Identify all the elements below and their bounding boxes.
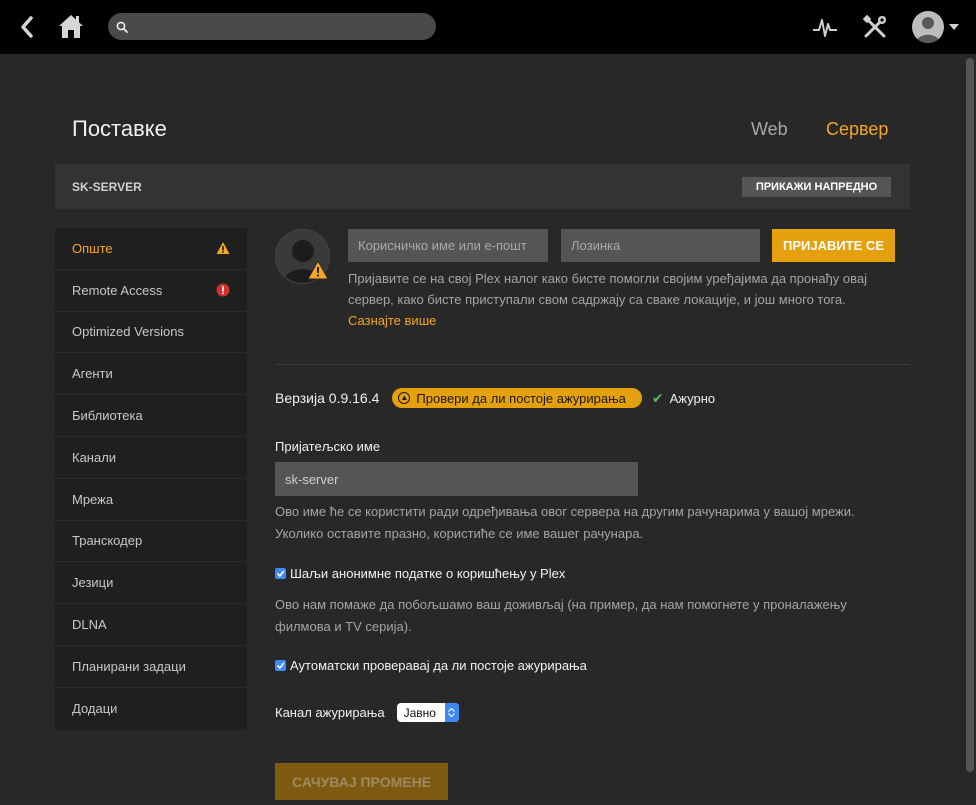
sidebar-item-agents[interactable]: Агенти — [55, 353, 247, 396]
sidebar-item-transcoder[interactable]: Транскодер — [55, 521, 247, 563]
sidebar-item-dlna[interactable]: DLNA — [55, 604, 247, 646]
update-channel-value: Јавно — [403, 705, 436, 720]
learn-more-link[interactable]: Сазнајте више — [348, 313, 436, 328]
home-icon[interactable] — [56, 11, 86, 41]
username-field[interactable] — [348, 229, 548, 262]
sidebar-item-label: Планирани задаци — [72, 658, 186, 674]
page-title: Поставке — [72, 116, 167, 141]
warning-icon — [216, 242, 230, 255]
update-channel-select[interactable]: Јавно — [396, 703, 459, 722]
sidebar-item-label: Опште — [72, 240, 113, 256]
search-icon — [116, 21, 128, 33]
sidebar-item-label: Мрежа — [72, 491, 114, 507]
sidebar-item-label: Канали — [72, 449, 117, 465]
sidebar-item-label: Библиотека — [72, 408, 143, 424]
server-name: SK-SERVER — [72, 180, 142, 194]
password-field[interactable] — [561, 229, 760, 262]
sidebar-item-general[interactable]: Опште — [55, 228, 247, 270]
divider — [275, 364, 910, 365]
scrollbar[interactable] — [966, 58, 974, 772]
error-icon — [216, 283, 230, 297]
sidebar-item-label: Агенти — [72, 366, 113, 382]
friendly-name-label: Пријатељско име — [275, 439, 381, 454]
sidebar-item-label: Remote Access — [72, 282, 163, 298]
sidebar-item-plugins[interactable]: Додаци — [55, 688, 247, 730]
version-row: Верзија 0.9.16.4 ▲ Провери да ли постоје… — [275, 388, 715, 408]
update-channel-row: Канал ажурирања Јавно — [275, 703, 459, 722]
sidebar-item-label: Транскодер — [72, 533, 143, 549]
sidebar-item-label: Optimized Versions — [72, 324, 184, 340]
checkmark-icon: ✔ — [651, 389, 664, 406]
anonymous-data-help: Ово нам помаже да побољшамо ваш доживљај… — [275, 597, 847, 634]
settings-sidebar: Опште Remote Access Optimized Versions А… — [55, 228, 247, 730]
sidebar-item-label: Додаци — [72, 701, 118, 717]
activity-icon[interactable] — [812, 14, 838, 40]
show-advanced-button[interactable]: ПРИКАЖИ НАПРЕДНО — [742, 177, 891, 197]
auto-update-row: Аутоматски проверавај да ли постоје ажур… — [275, 658, 587, 673]
anonymous-data-label: Шаљи анонимне податке о коришћењу у Plex — [290, 566, 566, 581]
sidebar-item-library[interactable]: Библиотека — [55, 395, 247, 437]
version-text: Верзија 0.9.16.4 — [275, 390, 380, 406]
sidebar-item-label: DLNA — [72, 617, 107, 633]
top-bar — [0, 0, 976, 54]
tab-web[interactable]: Web — [751, 119, 788, 140]
friendly-name-input[interactable] — [275, 462, 638, 496]
update-status: Ажурно — [669, 390, 716, 406]
caret-down-icon — [949, 24, 959, 30]
check-updates-button[interactable]: ▲ Провери да ли постоје ажурирања — [392, 388, 642, 408]
friendly-name-help: Ово име ће се користити ради одређивања … — [275, 504, 855, 541]
anonymous-data-row: Шаљи анонимне податке о коришћењу у Plex — [275, 566, 565, 581]
tab-server[interactable]: Сервер — [826, 119, 888, 140]
auto-update-label: Аутоматски проверавај да ли постоје ажур… — [290, 658, 587, 673]
user-menu[interactable] — [912, 10, 962, 44]
sidebar-item-label: Језици — [72, 575, 114, 591]
sidebar-item-remote-access[interactable]: Remote Access — [55, 270, 247, 312]
warning-icon — [307, 260, 329, 280]
sidebar-item-channels[interactable]: Канали — [55, 437, 247, 479]
check-updates-label: Провери да ли постоје ажурирања — [416, 390, 626, 406]
sidebar-item-languages[interactable]: Језици — [55, 562, 247, 605]
back-icon[interactable] — [14, 13, 40, 41]
tools-icon[interactable] — [862, 14, 888, 40]
sidebar-item-network[interactable]: Мрежа — [55, 479, 247, 521]
sidebar-item-scheduled-tasks[interactable]: Планирани задаци — [55, 646, 247, 688]
sign-in-description: Пријавите се на свој Plex налог како бис… — [348, 268, 868, 331]
server-bar: SK-SERVER ПРИКАЖИ НАПРЕДНО — [55, 164, 910, 209]
user-avatar-icon — [912, 11, 944, 43]
anonymous-data-checkbox[interactable] — [275, 568, 286, 579]
save-changes-button[interactable]: САЧУВАЈ ПРОМЕНЕ — [275, 763, 448, 800]
sign-in-description-text: Пријавите се на свој Plex налог како бис… — [348, 271, 868, 307]
select-arrows-icon — [444, 703, 459, 722]
update-channel-label: Канал ажурирања — [275, 705, 385, 720]
search-input[interactable] — [134, 19, 414, 34]
arrow-up-circle-icon: ▲ — [398, 392, 411, 404]
sidebar-item-optimized-versions[interactable]: Optimized Versions — [55, 312, 247, 354]
search-box[interactable] — [108, 13, 436, 40]
auto-update-checkbox[interactable] — [275, 660, 286, 671]
sign-in-button[interactable]: ПРИЈАВИТЕ СЕ — [772, 229, 895, 262]
